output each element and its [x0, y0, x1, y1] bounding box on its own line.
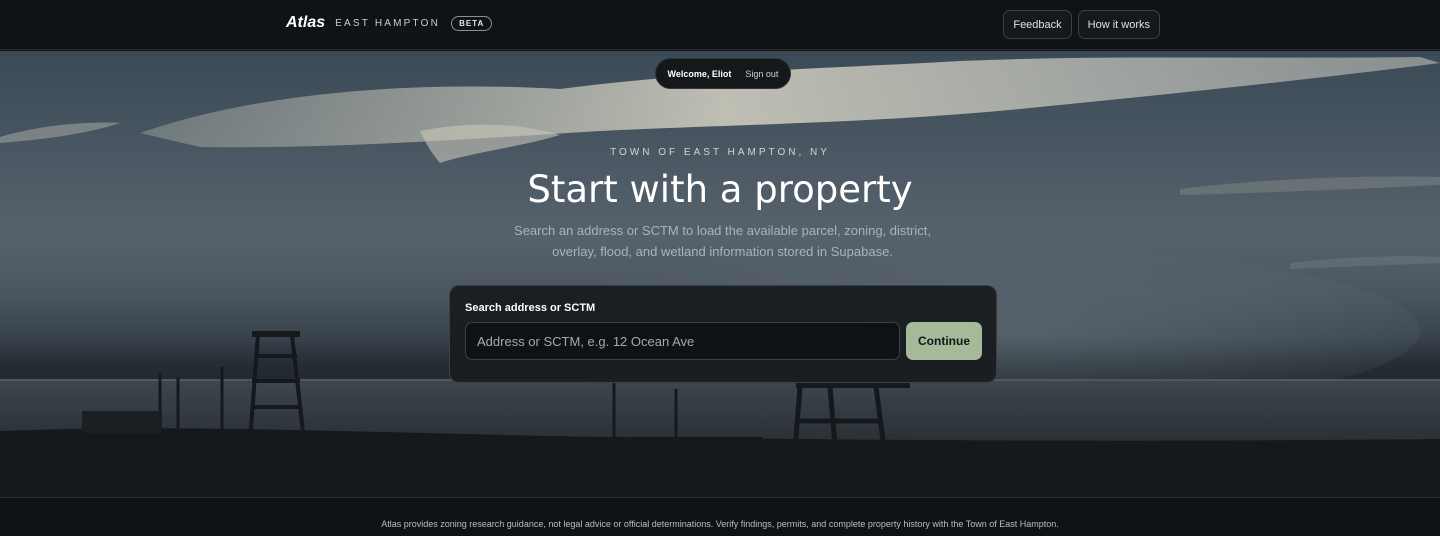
hero-section: Welcome, Eliot Sign out TOWN OF EAST HAM…: [0, 51, 1440, 497]
brand[interactable]: Atlas EAST HAMPTON BETA: [286, 14, 493, 32]
beta-badge: BETA: [451, 15, 493, 31]
top-navigation-bar: Atlas EAST HAMPTON BETA Feedback How it …: [0, 0, 1440, 50]
brand-logo[interactable]: Atlas: [286, 14, 325, 32]
feedback-button[interactable]: Feedback: [1003, 10, 1072, 39]
how-it-works-button[interactable]: How it works: [1077, 10, 1160, 39]
continue-button[interactable]: Continue: [906, 322, 982, 360]
brand-town-name: EAST HAMPTON: [335, 17, 441, 29]
footer: Atlas provides zoning research guidance,…: [0, 497, 1440, 536]
welcome-text: Welcome, Eliot: [667, 68, 732, 79]
beach-background-image: [0, 57, 1440, 497]
search-label: Search address or SCTM: [465, 302, 596, 314]
search-input[interactable]: [465, 322, 900, 360]
hero-eyebrow: TOWN OF EAST HAMPTON, NY: [610, 147, 830, 158]
search-card: Search address or SCTM Continue: [449, 285, 997, 383]
footer-disclaimer: Atlas provides zoning research guidance,…: [381, 519, 1059, 529]
hero-subtitle: Search an address or SCTM to load the av…: [514, 223, 931, 259]
header-nav: Feedback How it works: [1003, 10, 1160, 39]
user-session-pill: Welcome, Eliot Sign out: [655, 58, 791, 89]
sign-out-link[interactable]: Sign out: [745, 69, 778, 79]
page-title: Start with a property: [527, 168, 913, 211]
